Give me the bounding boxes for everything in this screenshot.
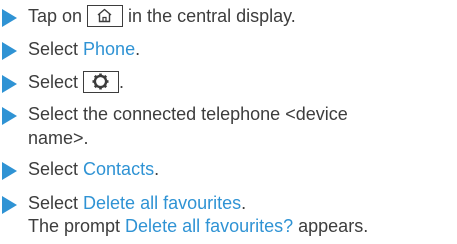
ui-label-phone: Phone [83,39,136,59]
step-arrow-icon [2,162,17,180]
step-1-text: Tap on in the central display. [28,4,296,27]
home-icon [87,4,124,27]
step-3-text: Select . [28,70,125,93]
step-arrow-icon [2,42,17,60]
step-arrow-icon [2,75,17,93]
ui-label-delete-all-favourites: Delete all favourites [83,193,242,213]
gear-icon [83,70,120,93]
step-6-result: The prompt Delete all favourites? appear… [28,216,369,236]
step-arrow-icon [2,9,17,27]
step-arrow-icon [2,107,17,125]
step-4-text-line2: name>. [28,128,89,148]
step-arrow-icon [2,196,17,214]
step-4-text-line1: Select the connected telephone <device [28,104,348,124]
step-6-text: Select Delete all favourites. [28,193,247,213]
step-2-text: Select Phone. [28,39,141,59]
ui-label-delete-all-favourites-prompt: Delete all favourites? [125,216,294,236]
ui-label-contacts: Contacts [83,159,155,179]
step-5-text: Select Contacts. [28,159,160,179]
